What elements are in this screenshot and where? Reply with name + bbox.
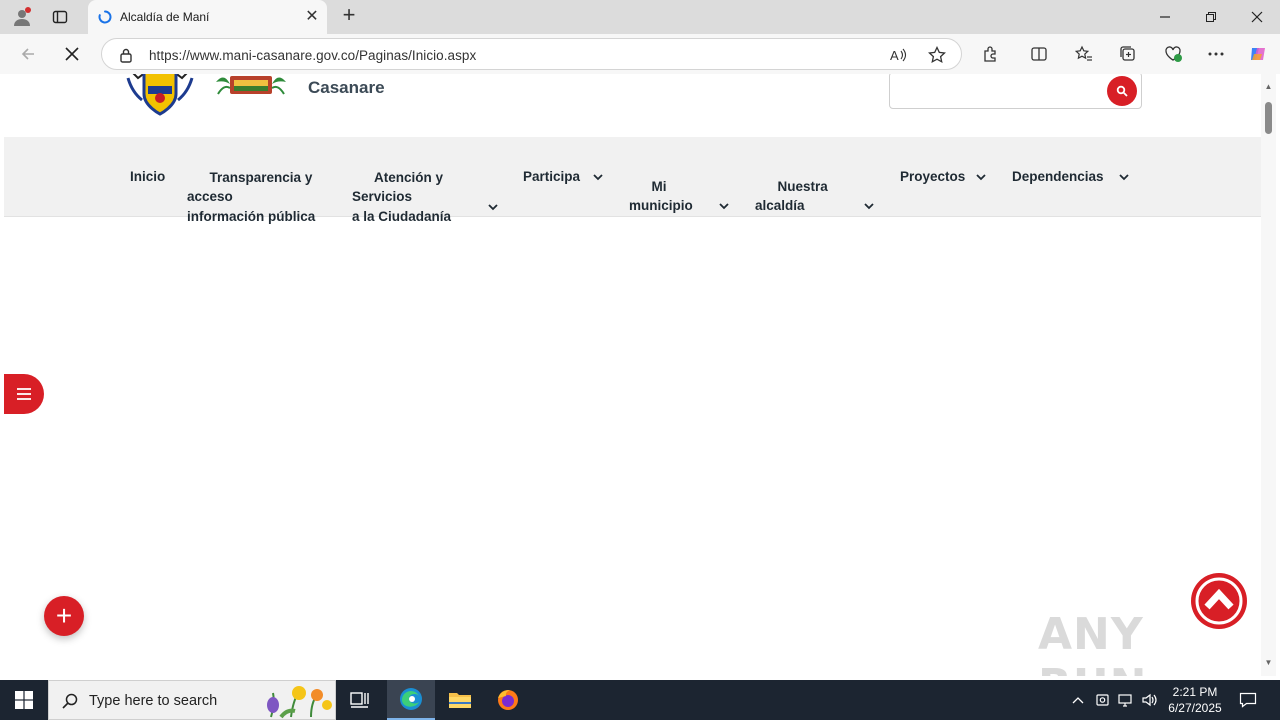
scroll-to-top-button[interactable] (1191, 573, 1247, 629)
url-text[interactable]: https://www.mani-casanare.gov.co/Paginas… (149, 48, 476, 63)
copilot-icon[interactable] (1246, 42, 1270, 66)
taskbar-search-box[interactable]: Type here to search (48, 680, 336, 720)
read-aloud-icon[interactable]: A (889, 46, 907, 64)
new-tab-button[interactable]: + (338, 4, 360, 27)
volume-icon[interactable] (1140, 690, 1160, 710)
site-search-box[interactable] (889, 74, 1142, 109)
tab-title: Alcaldía de Maní (120, 10, 210, 24)
windows-taskbar: Type here to search 2:21 PM 6/27/2025 (0, 680, 1280, 720)
nav-item-mi-municipio[interactable]: Mi municipio (629, 157, 729, 255)
edge-browser-icon (400, 688, 422, 710)
notifications-icon[interactable] (1238, 690, 1258, 710)
address-bar[interactable]: https://www.mani-casanare.gov.co/Paginas… (101, 38, 962, 70)
chevron-down-icon (1119, 174, 1129, 181)
windows-logo-icon (15, 691, 33, 709)
search-icon (62, 693, 78, 709)
browser-tab-bar: Alcaldía de Maní ✕ + (0, 0, 1280, 34)
nav-label: Inicio (130, 169, 166, 184)
svg-text:A: A (890, 48, 899, 63)
nav-label: Nuestra alcaldía (755, 178, 828, 214)
restore-button[interactable] (1188, 0, 1234, 34)
firefox-icon (498, 690, 518, 710)
site-header: Casanare (4, 74, 1261, 137)
taskbar-edge-app[interactable] (387, 680, 435, 720)
site-name-text: Casanare (308, 78, 385, 97)
extensions-icon[interactable] (979, 42, 1003, 66)
nav-item-inicio[interactable]: Inicio (130, 167, 165, 187)
chevron-down-icon (864, 203, 874, 210)
nav-label: Proyectos (900, 169, 966, 184)
loading-spinner-icon (98, 10, 112, 24)
close-window-button[interactable] (1234, 0, 1280, 34)
nav-label: Atención y Servicios a la Ciudadanía (352, 169, 452, 224)
scroll-down-arrow-icon[interactable]: ▼ (1264, 658, 1273, 667)
profile-icon[interactable] (10, 5, 34, 29)
page-scrollbar[interactable]: ▲ ▼ (1261, 74, 1276, 676)
show-hidden-icons-chevron-icon[interactable] (1068, 690, 1088, 710)
nav-item-nuestra-alcaldia[interactable]: Nuestra alcaldía (755, 157, 874, 255)
scroll-up-arrow-icon[interactable]: ▲ (1264, 82, 1273, 91)
lock-icon[interactable] (117, 46, 135, 64)
main-navigation: Inicio Transparencia y acceso informació… (4, 137, 1261, 224)
mani-municipal-emblem-logo[interactable] (216, 74, 286, 98)
browser-toolbar: https://www.mani-casanare.gov.co/Paginas… (0, 34, 1280, 74)
accessibility-plus-button[interactable]: + (44, 596, 84, 636)
chevron-down-icon (976, 174, 986, 181)
site-search-button[interactable] (1107, 76, 1137, 106)
tab-close-icon[interactable]: ✕ (303, 8, 321, 26)
nav-label: Mi municipio (629, 178, 693, 214)
chevron-down-icon (593, 174, 603, 181)
nav-item-participa[interactable]: Participa (523, 167, 603, 187)
browser-tab-active[interactable]: Alcaldía de Maní ✕ (88, 0, 327, 34)
nav-label: Dependencias (1012, 169, 1104, 184)
clock-time: 2:21 PM (1172, 685, 1218, 699)
network-icon[interactable] (1116, 690, 1136, 710)
nav-item-dependencias[interactable]: Dependencias (1012, 167, 1129, 187)
search-icon (1116, 85, 1128, 97)
meet-now-icon[interactable] (1093, 690, 1113, 710)
back-icon[interactable] (16, 42, 40, 66)
side-menu-button[interactable] (4, 374, 44, 414)
chevron-down-icon (488, 203, 498, 210)
nav-item-atencion[interactable]: Atención y Servicios a la Ciudadanía (352, 148, 498, 265)
taskbar-search-placeholder: Type here to search (89, 693, 218, 709)
nav-item-proyectos[interactable]: Proyectos (900, 167, 986, 187)
split-screen-icon[interactable] (1027, 42, 1051, 66)
folder-icon (449, 693, 471, 708)
nav-label: Transparencia y acceso información públi… (187, 169, 316, 224)
collections-icon[interactable] (1116, 42, 1140, 66)
task-view-button[interactable] (336, 680, 384, 720)
taskbar-firefox-app[interactable] (484, 680, 532, 720)
tab-actions-icon[interactable] (48, 5, 72, 29)
task-view-icon (350, 692, 369, 708)
stop-loading-icon[interactable] (60, 42, 84, 66)
colombia-coat-of-arms-logo[interactable] (124, 74, 196, 118)
more-menu-icon[interactable] (1204, 42, 1228, 66)
hamburger-menu-icon (17, 388, 31, 400)
flowers-decoration-icon (267, 686, 332, 719)
taskbar-clock[interactable]: 2:21 PM 6/27/2025 (1160, 684, 1230, 716)
web-page-viewport: Casanare Inicio Transparencia y acceso i… (4, 74, 1261, 676)
favorites-icon[interactable] (1072, 42, 1096, 66)
favorite-star-icon[interactable] (928, 46, 946, 64)
nav-label: Participa (523, 169, 581, 184)
minimize-button[interactable] (1142, 0, 1188, 34)
scrollbar-thumb[interactable] (1265, 102, 1272, 134)
taskbar-file-explorer-app[interactable] (436, 680, 484, 720)
nav-item-transparencia[interactable]: Transparencia y acceso información públi… (187, 148, 315, 246)
chevron-up-icon (1195, 577, 1243, 625)
clock-date: 6/27/2025 (1168, 701, 1222, 715)
browser-essentials-icon[interactable] (1161, 42, 1185, 66)
chevron-down-icon (719, 203, 729, 210)
windows-start-button[interactable] (0, 680, 48, 720)
plus-icon: + (55, 600, 73, 631)
